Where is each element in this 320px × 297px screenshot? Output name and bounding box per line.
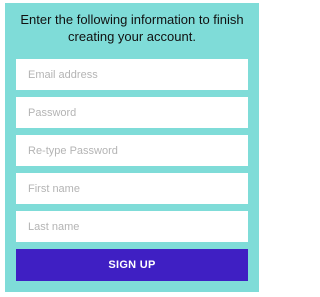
form-instructions: Enter the following information to finis… <box>20 12 244 44</box>
last-name-input[interactable] <box>16 211 248 242</box>
signup-form-panel: Enter the following information to finis… <box>5 3 259 292</box>
email-address-input[interactable] <box>16 59 248 90</box>
sign-up-button[interactable]: SIGN UP <box>16 249 248 281</box>
retype-password-input[interactable] <box>16 135 248 166</box>
password-input[interactable] <box>16 97 248 128</box>
first-name-input[interactable] <box>16 173 248 204</box>
